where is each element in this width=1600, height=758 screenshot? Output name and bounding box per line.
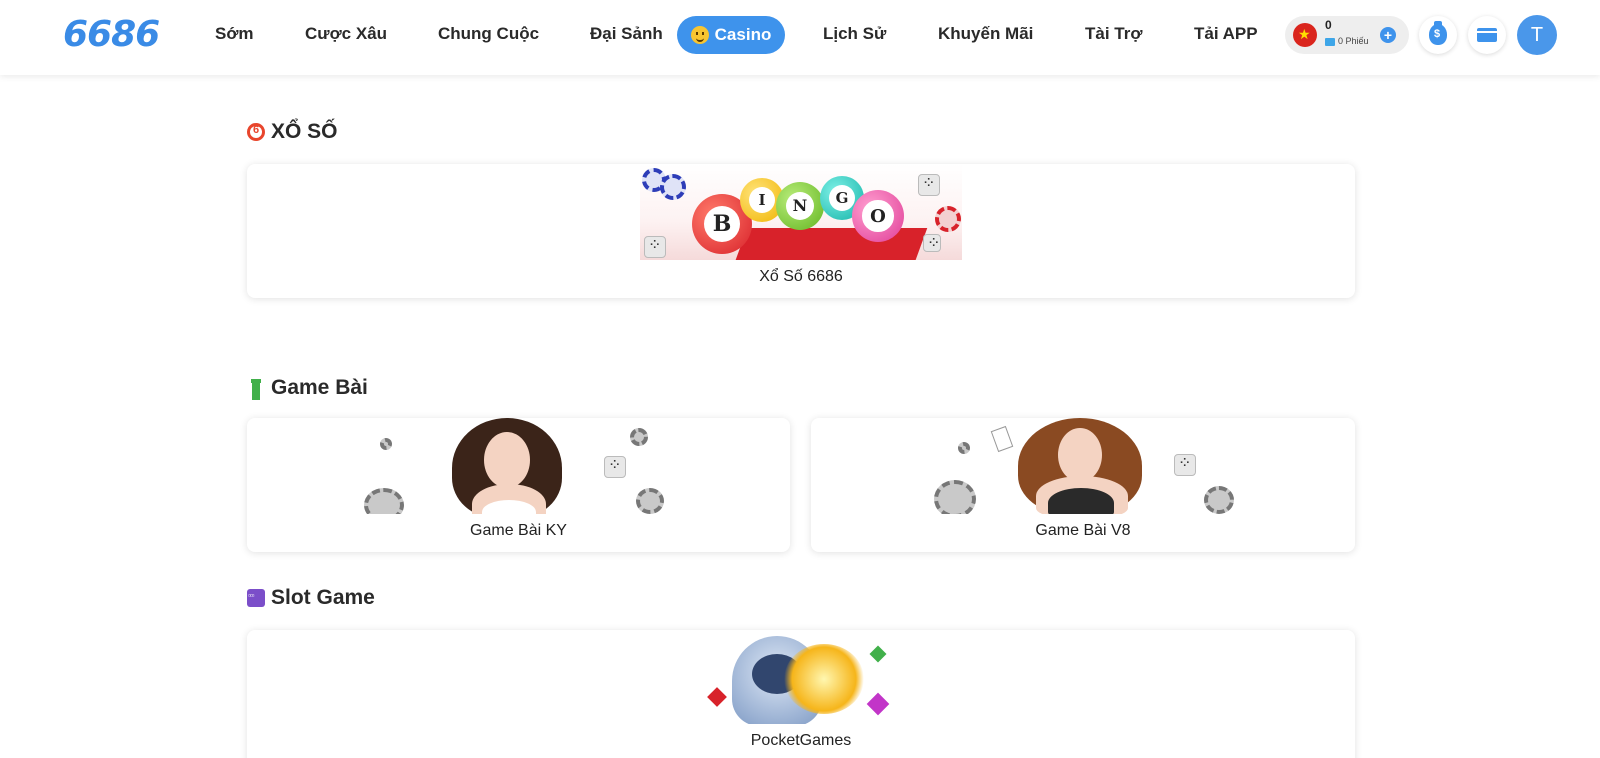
deposit-plus-icon[interactable]: + <box>1380 27 1396 43</box>
bingo-ball-i: I <box>748 186 776 214</box>
game-card-label: Game Bài V8 <box>1035 522 1131 539</box>
bingo-ball-b: B <box>704 206 740 242</box>
user-avatar[interactable]: T <box>1517 15 1557 55</box>
nav-lich-su[interactable]: Lịch Sử <box>823 24 886 44</box>
withdraw-button[interactable] <box>1468 16 1506 54</box>
game-card-game-bai-ky[interactable]: Game Bài KY <box>247 418 790 552</box>
credit-card-icon <box>1477 28 1497 42</box>
bingo-ball-n: N <box>785 191 815 221</box>
game-card-label: PocketGames <box>750 732 852 749</box>
nav-casino-active[interactable]: Casino <box>677 16 785 54</box>
ticket-count: 0 Phiếu <box>1338 36 1369 46</box>
deposit-button[interactable] <box>1419 16 1457 54</box>
game-card-pocketgames[interactable]: PocketGames <box>247 630 1355 758</box>
bingo-ball-g: G <box>828 184 856 212</box>
section-title-card-games: Game Bài <box>247 376 368 400</box>
site-logo[interactable]: 6686 <box>63 14 160 55</box>
smiley-icon <box>690 26 709 44</box>
nav-dai-sanh[interactable]: Đại Sảnh <box>590 24 663 44</box>
nav-khuyen-mai[interactable]: Khuyến Mãi <box>938 24 1033 44</box>
bingo-banner-image: B I N G O <box>640 164 962 260</box>
section-title-lottery: XỔ SỐ <box>247 120 338 144</box>
section-title-slot-text: Slot Game <box>271 586 375 609</box>
money-bag-icon <box>1429 21 1447 45</box>
section-title-card-games-text: Game Bài <box>271 376 368 399</box>
nav-chung-cuoc[interactable]: Chung Cuộc <box>438 24 539 44</box>
game-bai-ky-banner-image <box>364 418 677 514</box>
top-header: 6686 Sớm Cược Xâu Chung Cuộc Đại Sảnh Ca… <box>0 0 1600 75</box>
bingo-ball-o: O <box>862 200 894 232</box>
nav-cuoc-xau[interactable]: Cược Xâu <box>305 24 387 44</box>
section-title-lottery-text: XỔ SỐ <box>271 120 338 143</box>
nav-som[interactable]: Sớm <box>215 24 254 44</box>
section-title-slot: Slot Game <box>247 586 375 610</box>
vietnam-flag-icon <box>1293 23 1317 47</box>
nav-tai-app[interactable]: Tải APP <box>1194 24 1258 44</box>
game-card-game-bai-v8[interactable]: Game Bài V8 <box>811 418 1355 552</box>
lottery-ball-icon <box>247 123 265 141</box>
nav-tai-tro[interactable]: Tài Trợ <box>1085 24 1142 44</box>
balance-amount: 0 <box>1325 18 1332 32</box>
slot-machine-icon <box>247 589 265 607</box>
chess-rook-icon <box>247 379 265 400</box>
game-card-label: Game Bài KY <box>470 522 567 539</box>
game-card-label: Xổ Số 6686 <box>759 268 843 285</box>
pocketgames-banner-image <box>702 630 897 724</box>
ticket-icon <box>1325 38 1335 46</box>
game-bai-v8-banner-image <box>934 418 1247 514</box>
nav-casino-label: Casino <box>714 25 772 44</box>
wallet-balance[interactable]: 0 0 Phiếu + <box>1285 16 1409 54</box>
game-card-xo-so-6686[interactable]: B I N G O Xổ Số 6686 <box>247 164 1355 298</box>
